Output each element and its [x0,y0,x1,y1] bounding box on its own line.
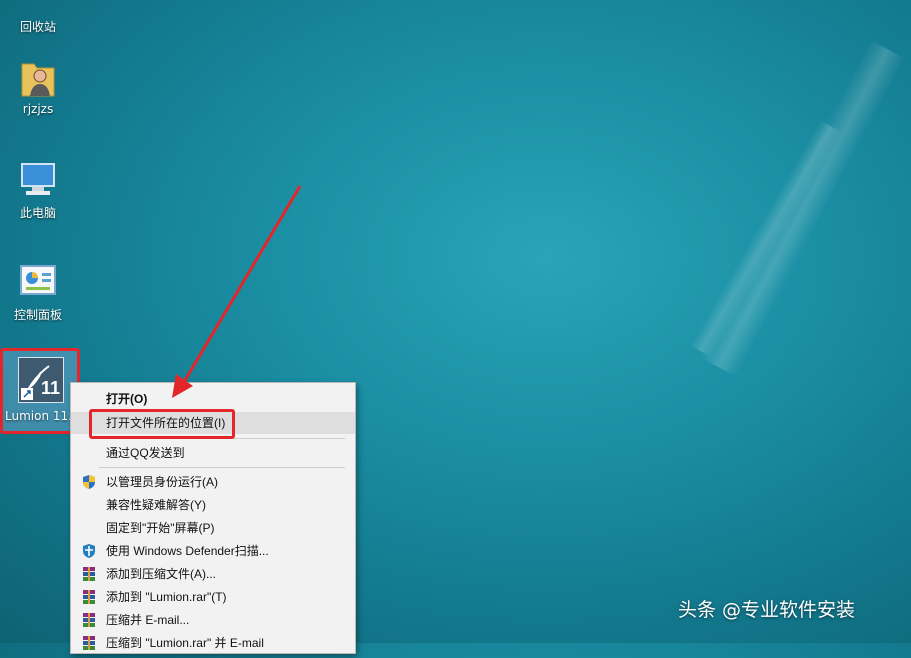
desktop-icon-label: 回收站 [19,20,56,34]
light-ray [690,120,842,358]
menu-item-label: 使用 Windows Defender扫描... [106,544,269,558]
menu-item-label: 通过QQ发送到 [106,446,185,460]
menu-item-label: 添加到压缩文件(A)... [106,567,216,581]
menu-item-add-to-lumion-rar[interactable]: 添加到 "Lumion.rar"(T) [71,586,355,608]
desktop-icon-recycle-bin[interactable]: 回收站 [2,0,74,35]
menu-item-label: 压缩到 "Lumion.rar" 并 E-mail [106,636,264,650]
recycle-bin-icon [18,0,58,14]
menu-item-pin-to-start[interactable]: 固定到"开始"屏幕(P) [71,517,355,539]
desktop-icon-label: 控制面板 [13,308,62,322]
menu-item-label: 固定到"开始"屏幕(P) [106,521,215,535]
menu-item-defender-scan[interactable]: 使用 Windows Defender扫描... [71,540,355,562]
menu-item-label: 以管理员身份运行(A) [106,475,218,489]
menu-item-compress-email[interactable]: 压缩并 E-mail... [71,609,355,631]
menu-item-label: 压缩并 E-mail... [106,613,190,627]
menu-item-label: 添加到 "Lumion.rar"(T) [106,590,227,604]
desktop-icon-control-panel[interactable]: 控制面板 [2,262,74,323]
control-panel-icon [18,262,58,302]
desktop-icon-label: rjzjzs [22,102,54,116]
menu-item-label: 兼容性疑难解答(Y) [106,498,206,512]
menu-separator [99,467,345,468]
menu-item-compat-troubleshoot[interactable]: 兼容性疑难解答(Y) [71,494,355,516]
winrar-icon [81,635,97,651]
shield-uac-icon [81,474,97,490]
highlight-box-menu-item [89,409,235,439]
menu-item-run-as-admin[interactable]: 以管理员身份运行(A) [71,471,355,493]
menu-item-label: 打开(O) [106,392,148,406]
watermark: 头条 @专业软件安装 [678,599,856,621]
menu-item-send-via-qq[interactable]: 通过QQ发送到 [71,442,355,464]
winrar-icon [81,612,97,628]
desktop-icon-label: 此电脑 [19,206,56,220]
light-ray [700,40,906,377]
computer-icon [18,160,58,200]
menu-item-add-to-archive[interactable]: 添加到压缩文件(A)... [71,563,355,585]
defender-shield-icon [81,543,97,559]
winrar-icon [81,566,97,582]
desktop-icon-rjzjzs[interactable]: rjzjzs [2,58,74,116]
winrar-icon [81,589,97,605]
menu-item-open[interactable]: 打开(O) [71,388,355,410]
desktop-icon-this-pc[interactable]: 此电脑 [2,160,74,221]
highlight-box-icon [0,348,80,434]
user-folder-icon [18,58,58,98]
menu-item-compress-to-lumion-email[interactable]: 压缩到 "Lumion.rar" 并 E-mail [71,632,355,654]
